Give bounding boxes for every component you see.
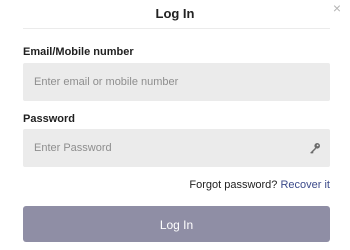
key-icon	[310, 143, 320, 154]
password-field[interactable]	[23, 129, 330, 167]
email-label: Email/Mobile number	[23, 46, 134, 58]
email-field-container	[23, 63, 330, 101]
forgot-password-row: Forgot password? Recover it	[189, 179, 330, 191]
password-label: Password	[23, 113, 75, 125]
email-field[interactable]	[23, 63, 330, 101]
recover-link[interactable]: Recover it	[280, 179, 330, 191]
dialog-header: Log In ×	[0, 0, 350, 30]
close-icon[interactable]: ×	[330, 0, 344, 16]
login-button[interactable]: Log In	[23, 206, 330, 242]
login-dialog: Log In × Email/Mobile number Password Fo…	[0, 0, 350, 250]
header-divider	[23, 28, 330, 29]
password-field-container	[23, 129, 330, 167]
forgot-password-text: Forgot password?	[189, 179, 278, 191]
dialog-title: Log In	[155, 6, 195, 21]
